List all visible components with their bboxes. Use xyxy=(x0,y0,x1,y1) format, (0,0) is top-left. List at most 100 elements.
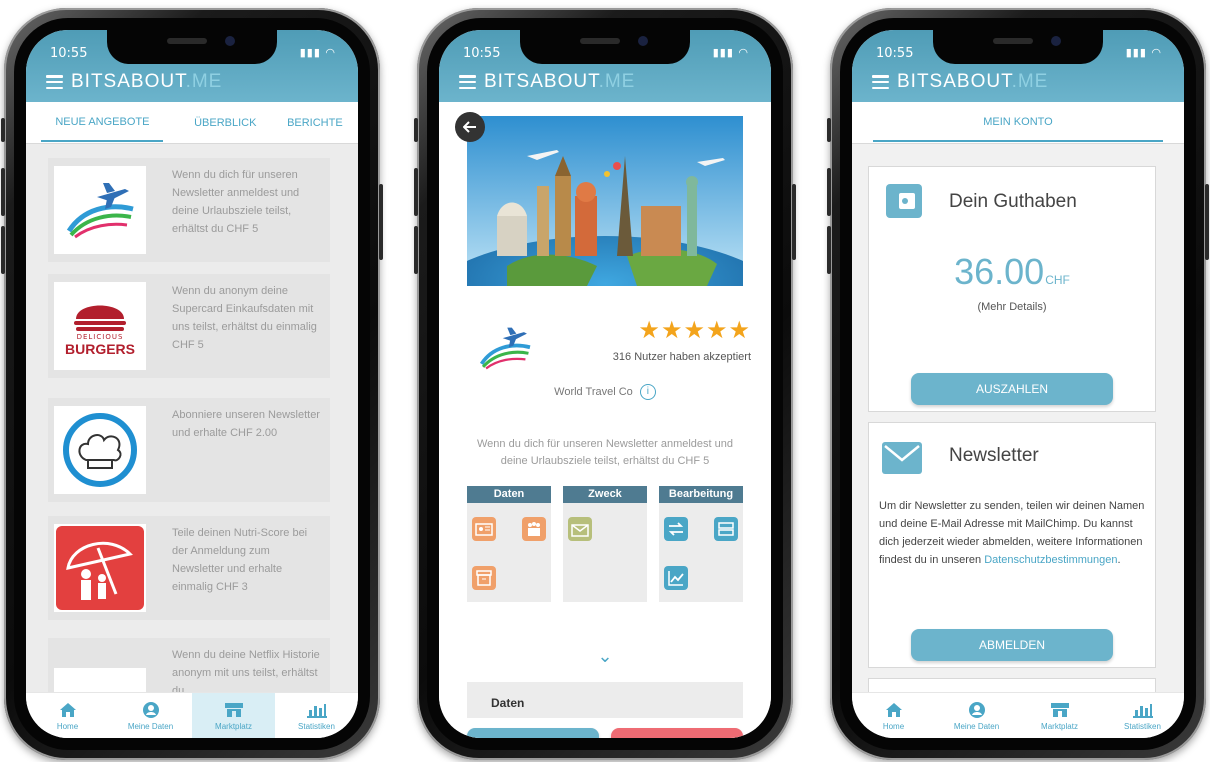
offer-card[interactable]: DELICIOUS BURGERS Wenn du anonym deine S… xyxy=(48,274,330,378)
transfer-icon[interactable] xyxy=(663,516,689,546)
signal-wifi-icon: ▮▮▮ ◠ xyxy=(299,46,336,59)
nav-label: Home xyxy=(56,722,79,731)
side-button xyxy=(792,184,796,260)
column-daten: Daten xyxy=(467,486,551,602)
offer-text: Wenn du anonym deine Supercard Einkaufsd… xyxy=(172,285,317,351)
offer-detail: ★★★★★ 316 Nutzer haben akzeptiert World … xyxy=(439,102,771,738)
phone-notch xyxy=(933,30,1103,64)
balance-title: Dein Guthaben xyxy=(949,191,1077,212)
delicious-burgers-logo: DELICIOUS BURGERS xyxy=(54,282,146,370)
umbrella-family-logo xyxy=(54,524,146,612)
home-icon xyxy=(885,700,903,720)
store-icon xyxy=(224,700,244,720)
side-button xyxy=(1,226,5,274)
storage-icon[interactable] xyxy=(713,516,739,546)
offer-text: Abonniere unseren Newsletter und erhalte… xyxy=(172,409,320,439)
nav-label: Meine Daten xyxy=(127,722,174,731)
nav-home[interactable]: Home xyxy=(26,693,109,738)
menu-icon[interactable] xyxy=(872,75,889,89)
next-card xyxy=(868,678,1156,692)
column-header: Daten xyxy=(467,486,551,503)
nav-statistiken[interactable]: Statistiken xyxy=(275,693,358,738)
id-card-icon[interactable] xyxy=(471,516,497,546)
signal-wifi-icon: ▮▮▮ ◠ xyxy=(1125,46,1162,59)
home-icon xyxy=(59,700,77,720)
side-button xyxy=(379,184,383,260)
nav-marktplatz[interactable]: Marktplatz xyxy=(192,693,275,738)
side-button xyxy=(827,118,831,142)
daten-section-header[interactable]: Daten xyxy=(467,682,743,718)
nav-marktplatz[interactable]: Marktplatz xyxy=(1018,693,1101,738)
phone-notch xyxy=(520,30,690,64)
offers-tabs: NEUE ANGEBOTE ÜBERBLICK BERICHTE xyxy=(26,102,358,144)
back-button[interactable] xyxy=(455,112,485,142)
newsletter-card: Newsletter Um dir Newsletter zu senden, … xyxy=(868,422,1156,668)
status-time: 10:55 xyxy=(463,46,501,61)
offer-text: Teile deinen Nutri-Score bei der Anmeldu… xyxy=(172,527,308,593)
nav-meine-daten[interactable]: Meine Daten xyxy=(935,693,1018,738)
column-header: Bearbeitung xyxy=(659,486,743,503)
brand: BITSABOUT.ME xyxy=(872,70,1048,94)
side-button xyxy=(1,168,5,216)
privacy-link[interactable]: Datenschutzbestimmungen xyxy=(984,554,1117,566)
phone-screen: 10:55 ▮▮▮ ◠ BITSABOUT.ME MEIN KONTO Dein… xyxy=(852,30,1184,738)
analytics-icon[interactable] xyxy=(663,565,689,595)
brand-logo: BITSABOUT.ME xyxy=(897,71,1049,92)
side-button xyxy=(414,226,418,274)
nav-statistiken[interactable]: Statistiken xyxy=(1101,693,1184,738)
brand: BITSABOUT.ME xyxy=(459,70,635,94)
phone-notch xyxy=(107,30,277,64)
contacts-icon[interactable] xyxy=(521,516,547,546)
tab-mein-konto[interactable]: MEIN KONTO xyxy=(873,104,1163,142)
phone-screen: 10:55 ▮▮▮ ◠ BITSABOUT.ME NEUE ANGEBOTE Ü… xyxy=(26,30,358,738)
data-usage-columns: Daten Zweck Bearbeitung xyxy=(467,486,743,602)
offer-card[interactable]: Teile deinen Nutri-Score bei der Anmeldu… xyxy=(48,516,330,620)
chef-hat-logo xyxy=(54,406,146,494)
user-data-icon xyxy=(968,700,986,720)
bottom-nav: Home Meine Daten Marktplatz Statistiken xyxy=(852,692,1184,738)
envelope-icon[interactable] xyxy=(567,516,593,546)
archive-icon[interactable] xyxy=(471,565,497,595)
nav-label: Marktplatz xyxy=(1041,722,1078,731)
logo-text: BURGERS xyxy=(64,341,135,357)
nav-home[interactable]: Home xyxy=(852,693,935,738)
accept-button[interactable]: ANNEHMEN xyxy=(467,728,599,738)
bar-chart-icon xyxy=(306,700,328,720)
offer-card[interactable]: Wenn du dich für unseren Newsletter anme… xyxy=(48,158,330,262)
payout-button[interactable]: AUSZAHLEN xyxy=(911,373,1113,405)
offer-card[interactable]: Abonniere unseren Newsletter und erhalte… xyxy=(48,398,330,502)
decline-button[interactable]: ABLEHNEN xyxy=(611,728,743,738)
column-bearbeitung: Bearbeitung xyxy=(659,486,743,602)
chevron-down-icon[interactable]: ⌄ xyxy=(439,646,771,667)
rating-stars: ★★★★★ xyxy=(638,316,751,344)
phone-offer-detail: 10:55 ▮▮▮ ◠ BITSABOUT.ME ★★★★★ 316 Nutze… xyxy=(414,8,796,760)
column-header: Zweck xyxy=(563,486,647,503)
menu-icon[interactable] xyxy=(459,75,476,89)
balance-currency: CHF xyxy=(1045,273,1070,287)
offer-card[interactable]: Wenn du deine Netflix Historie anonym mi… xyxy=(48,638,330,692)
tab-berichte[interactable]: BERICHTE xyxy=(287,105,343,141)
balance-card: Dein Guthaben 36.00CHF (Mehr Details) AU… xyxy=(868,166,1156,412)
phone-screen: 10:55 ▮▮▮ ◠ BITSABOUT.ME ★★★★★ 316 Nutze… xyxy=(439,30,771,738)
bottom-nav: Home Meine Daten Marktplatz Statistiken xyxy=(26,692,358,738)
offers-list: Wenn du dich für unseren Newsletter anme… xyxy=(26,144,358,692)
tab-neue-angebote[interactable]: NEUE ANGEBOTE xyxy=(41,104,164,142)
tab-ueberblick[interactable]: ÜBERBLICK xyxy=(194,105,256,141)
netflix-offer-logo xyxy=(54,668,146,692)
side-button xyxy=(827,168,831,216)
side-button xyxy=(827,226,831,274)
menu-icon[interactable] xyxy=(46,75,63,89)
nav-meine-daten[interactable]: Meine Daten xyxy=(109,693,192,738)
info-icon[interactable]: i xyxy=(639,384,656,400)
more-details-link[interactable]: (Mehr Details) xyxy=(869,301,1155,313)
hero-image xyxy=(467,116,743,286)
status-time: 10:55 xyxy=(50,46,88,61)
newsletter-text: Um dir Newsletter zu senden, teilen wir … xyxy=(879,497,1147,569)
balance-amount: 36.00CHF xyxy=(869,251,1155,293)
screenshot-stage: 10:55 ▮▮▮ ◠ BITSABOUT.ME NEUE ANGEBOTE Ü… xyxy=(0,0,1210,762)
unsubscribe-button[interactable]: ABMELDEN xyxy=(911,629,1113,661)
side-button xyxy=(1,118,5,142)
newsletter-title: Newsletter xyxy=(949,445,1039,466)
arrow-left-icon xyxy=(463,121,476,133)
bar-chart-icon xyxy=(1132,700,1154,720)
